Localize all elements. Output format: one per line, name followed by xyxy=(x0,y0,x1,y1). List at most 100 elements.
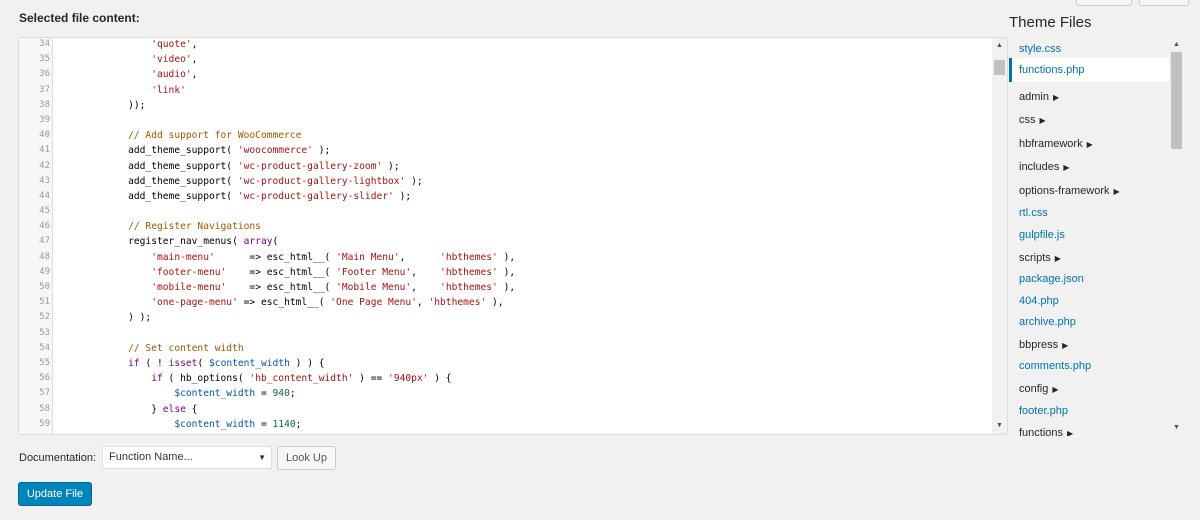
code-token: , xyxy=(191,54,198,66)
code-token: ); xyxy=(312,145,331,157)
theme-file-item[interactable]: package.json xyxy=(1009,267,1169,291)
triangle-right-icon: ▶ xyxy=(1067,429,1074,436)
line-number: 37 xyxy=(39,84,50,95)
code-token: => esc_html__( xyxy=(214,251,337,263)
theme-folder-item[interactable]: css ▶ xyxy=(1009,108,1169,132)
code-token: ) { xyxy=(428,373,452,385)
file-item-label: comments.php xyxy=(1019,360,1092,372)
theme-folder-item[interactable]: functions ▶ xyxy=(1009,421,1169,436)
code-token: 'One Page Menu' xyxy=(330,297,417,309)
code-token: ), xyxy=(497,282,516,293)
line-number: 35 xyxy=(39,54,50,65)
theme-file-item[interactable]: rtl.css xyxy=(1009,201,1169,225)
top-button-right[interactable] xyxy=(1139,0,1189,6)
line-number: 42 xyxy=(39,160,50,171)
scroll-up-icon[interactable]: ▲ xyxy=(992,39,1007,53)
code-token: // Set content width xyxy=(128,342,244,354)
theme-file-item[interactable]: archive.php xyxy=(1009,310,1169,334)
code-token: => esc_html__( xyxy=(226,282,337,293)
code-text: ) ); xyxy=(105,310,151,325)
code-token: 'wc-product-gallery-slider' xyxy=(237,190,394,202)
code-line: 53 xyxy=(19,326,994,341)
code-token: ); xyxy=(405,175,423,187)
code-text: 'main-menu' => esc_html__( 'Main Menu', … xyxy=(105,250,515,265)
function-name-select[interactable]: Function Name... ▼ xyxy=(102,446,272,469)
theme-folder-item[interactable]: admin ▶ xyxy=(1009,85,1169,109)
file-item-label: 404.php xyxy=(1019,295,1059,307)
line-number: 50 xyxy=(39,282,50,292)
code-token: 'hbthemes' xyxy=(440,266,498,278)
files-scroll-up-icon[interactable]: ▲ xyxy=(1169,38,1184,52)
code-text: register_nav_menus( array( xyxy=(105,234,278,249)
line-number: 34 xyxy=(39,39,50,49)
theme-folder-item[interactable]: config ▶ xyxy=(1009,377,1169,401)
line-number: 45 xyxy=(39,206,50,217)
code-editor[interactable]: 34 'quote', 35 'video', 36 'audio', 37 'lin… xyxy=(18,37,1008,435)
update-file-button[interactable]: Update File xyxy=(18,482,92,506)
code-text: $content_width = 940; xyxy=(105,386,296,401)
look-up-button[interactable]: Look Up xyxy=(277,446,336,470)
code-token: 'hbthemes' xyxy=(428,297,487,309)
code-token: , xyxy=(399,251,441,263)
top-button-left[interactable] xyxy=(1076,0,1132,6)
code-text: add_theme_support( 'woocommerce' ); xyxy=(105,143,330,158)
chevron-down-icon: ▼ xyxy=(258,453,266,462)
function-name-select-value: Function Name... xyxy=(109,451,193,463)
code-token: ); xyxy=(382,160,400,172)
editor-scroll-thumb[interactable] xyxy=(994,60,1005,75)
code-token: ) == xyxy=(353,373,389,385)
theme-file-item[interactable]: gulpfile.js xyxy=(1009,223,1169,247)
code-line: 39 xyxy=(19,113,994,128)
file-item-label: bbpress xyxy=(1019,339,1059,351)
code-text: // Set content width xyxy=(105,341,244,356)
theme-file-item[interactable]: footer.php xyxy=(1009,399,1169,423)
line-number: 39 xyxy=(39,114,50,125)
code-token: ( xyxy=(197,357,210,369)
line-number: 57 xyxy=(39,388,50,399)
theme-folder-item[interactable]: includes ▶ xyxy=(1009,155,1169,179)
code-token: 'main-menu' xyxy=(151,251,215,263)
code-token: 'video' xyxy=(151,54,192,66)
code-line: 52 ) ); xyxy=(19,310,994,325)
theme-file-item[interactable]: functions.php xyxy=(1009,58,1169,82)
files-scroll-thumb[interactable] xyxy=(1171,52,1182,149)
file-item-label: includes xyxy=(1019,161,1060,173)
line-number: 52 xyxy=(39,312,50,323)
triangle-right-icon: ▶ xyxy=(1039,116,1046,125)
code-text: 'link' xyxy=(105,83,186,98)
file-item-label: functions xyxy=(1019,427,1064,436)
line-number: 47 xyxy=(39,236,50,247)
code-token: = xyxy=(255,418,273,430)
theme-folder-item[interactable]: hbframework ▶ xyxy=(1009,132,1169,156)
selected-file-content-label: Selected file content: xyxy=(19,11,140,25)
file-item-label: gulpfile.js xyxy=(1019,229,1065,241)
file-item-label: hbframework xyxy=(1019,138,1083,150)
scroll-down-icon[interactable]: ▼ xyxy=(992,419,1007,433)
code-token: 'Footer Menu' xyxy=(336,266,412,278)
code-line: 42 add_theme_support( 'wc-product-galler… xyxy=(19,159,994,174)
code-token: ; xyxy=(289,388,296,400)
theme-folder-item[interactable]: options-framework ▶ xyxy=(1009,179,1169,203)
code-token: } xyxy=(105,403,163,415)
code-text: add_theme_support( 'wc-product-gallery-s… xyxy=(105,189,411,204)
code-token: add_theme_support( xyxy=(105,145,238,157)
editor-scrollbar[interactable]: ▲ ▼ xyxy=(992,38,1007,434)
line-number: 53 xyxy=(39,327,50,338)
triangle-right-icon: ▶ xyxy=(1052,93,1060,102)
files-scrollbar[interactable]: ▲ ▼ xyxy=(1169,37,1184,436)
code-line: 48 'main-menu' => esc_html__( 'Main Menu… xyxy=(19,250,994,265)
code-line: 44 add_theme_support( 'wc-product-galler… xyxy=(19,189,994,204)
code-token: $content_width xyxy=(209,357,290,369)
line-number: 51 xyxy=(39,297,50,308)
theme-file-item[interactable]: comments.php xyxy=(1009,354,1169,378)
code-line: 34 'quote', xyxy=(19,38,994,52)
code-token: 'woocommerce' xyxy=(237,145,313,157)
triangle-right-icon: ▶ xyxy=(1063,163,1070,172)
files-scroll-down-icon[interactable]: ▼ xyxy=(1169,421,1184,435)
